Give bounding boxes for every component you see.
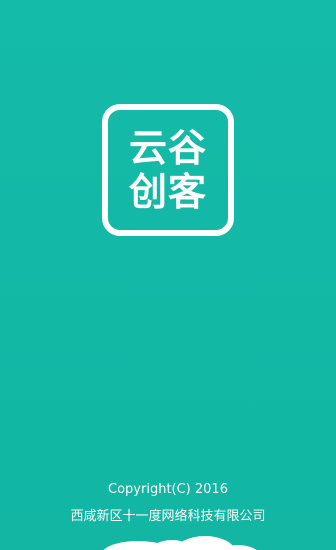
app-logo: 云谷 创客 [102, 104, 234, 236]
company-name: 西咸新区十一度网络科技有限公司 [70, 509, 266, 524]
logo-text-line-1: 云谷 [128, 126, 207, 170]
logo-text-line-2: 创客 [128, 170, 207, 214]
copyright-text: Copyright(C) 2016 [108, 482, 228, 497]
splash-screen: 云谷 创客 Copyright(C) 2016 西咸新区十一度网络科技有限公司 [0, 0, 336, 550]
cloud-icon [103, 536, 257, 550]
